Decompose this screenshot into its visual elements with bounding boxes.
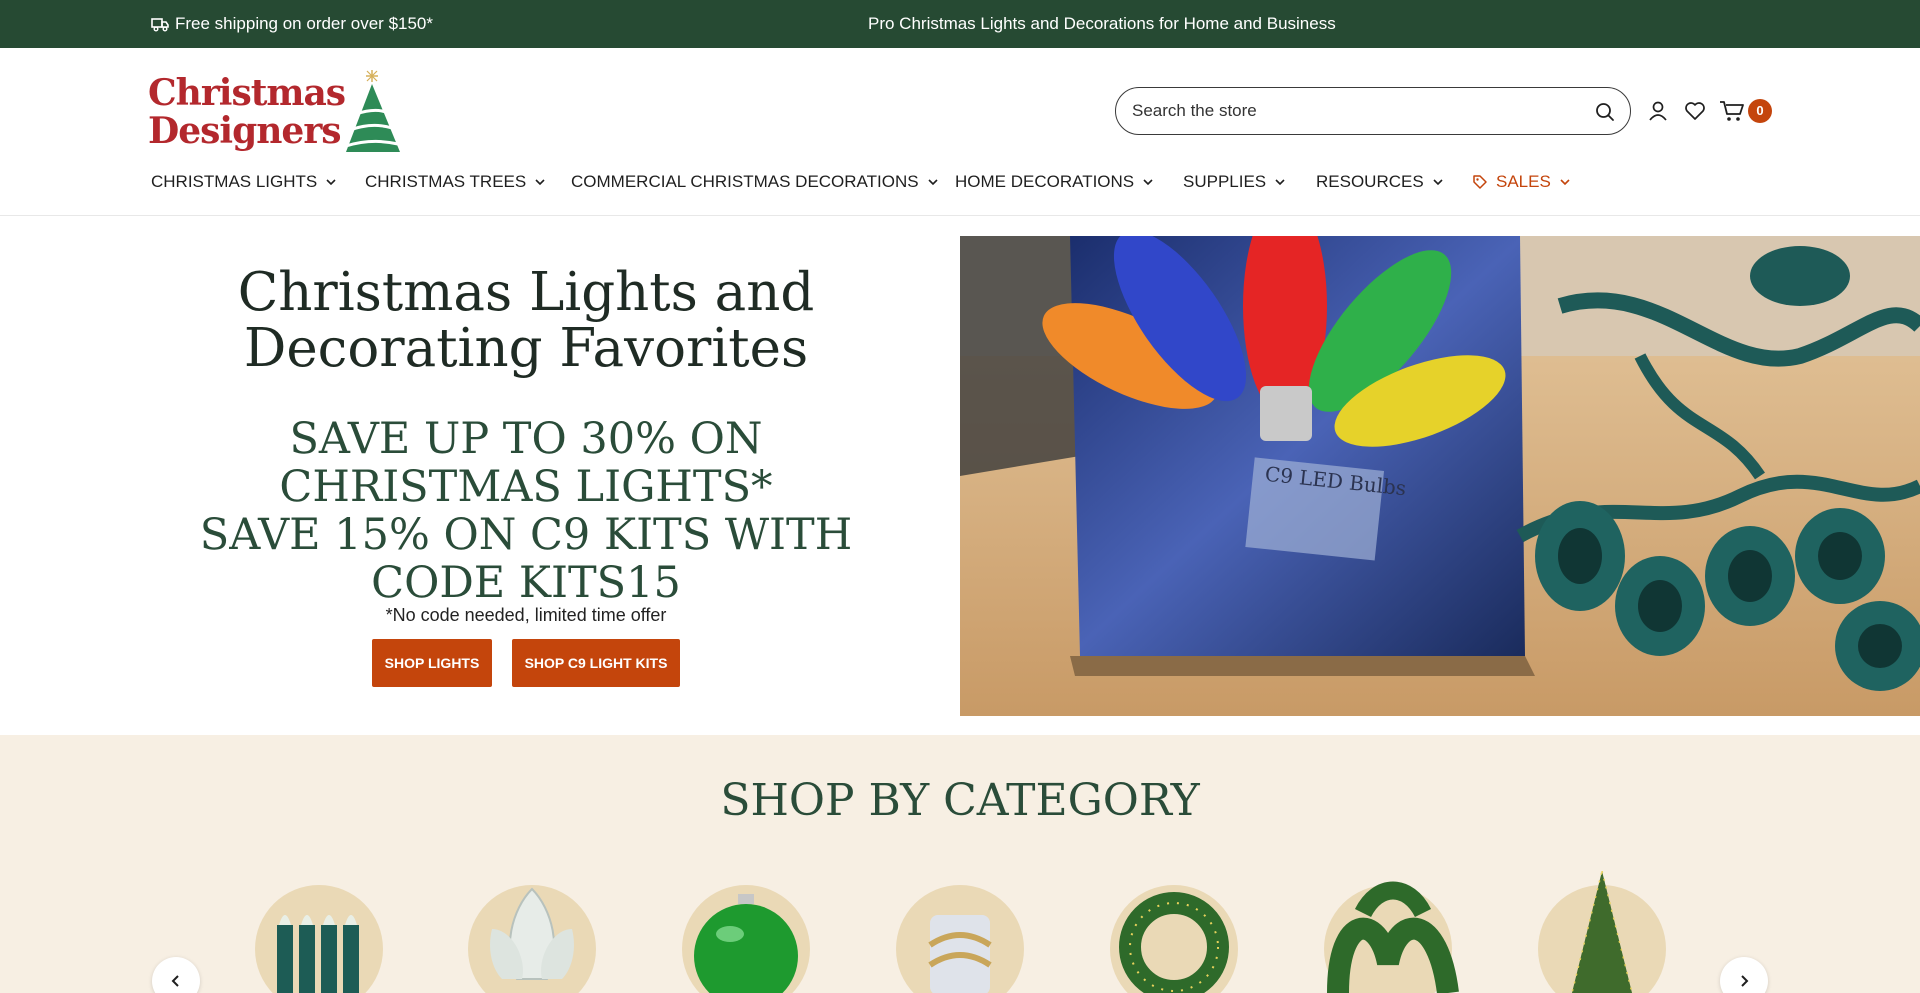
truck-icon [151, 18, 169, 32]
logo-line1: Christmas [148, 72, 346, 114]
shop-by-category-section: SHOP BY CATEGORY [0, 735, 1920, 993]
category-wreaths[interactable] [1104, 885, 1244, 993]
chevron-right-icon [1741, 975, 1749, 987]
nav-label: RESOURCES [1316, 172, 1424, 191]
ornament-image [694, 894, 798, 993]
hero-promo: SAVE UP TO 30% ON CHRISTMAS LIGHTS* SAVE… [0, 415, 1052, 607]
christmas-tree-logo-icon [345, 70, 400, 152]
search-input[interactable] [1132, 98, 1572, 124]
chevron-down-icon [928, 179, 938, 186]
nav-label: CHRISTMAS TREES [365, 172, 527, 191]
site-header: Christmas Designers 0 CHR [0, 48, 1920, 216]
announcement-bar: Free shipping on order over $150* Pro Ch… [0, 0, 1920, 48]
search-icon[interactable] [1594, 101, 1616, 123]
category-ornaments[interactable] [676, 885, 816, 993]
site-logo[interactable]: Christmas Designers [146, 68, 406, 154]
hero-offer-note: *No code needed, limited time offer [385, 605, 667, 625]
chevron-down-icon [1433, 179, 1443, 186]
category-c9-bulbs[interactable] [462, 885, 602, 993]
c9-bulb-image [490, 887, 574, 980]
hero-title: Christmas Lights and Decorating Favorite… [0, 265, 1052, 377]
light-reel-image [928, 915, 992, 993]
logo-line2: Designers [148, 110, 342, 152]
chevron-down-icon [326, 179, 336, 186]
category-garland[interactable] [1318, 881, 1459, 993]
shop-c9-kits-button[interactable]: SHOP C9 LIGHT KITS [512, 639, 680, 687]
nav-sales[interactable]: SALES [1472, 172, 1571, 192]
garland-image [1327, 881, 1459, 993]
section-title: SHOP BY CATEGORY [720, 775, 1200, 826]
nav-supplies[interactable]: SUPPLIES [1183, 172, 1286, 192]
nav-label: SALES [1496, 172, 1551, 191]
category-light-reels[interactable] [890, 885, 1030, 993]
nav-label: SUPPLIES [1183, 172, 1267, 191]
chevron-down-icon [1143, 179, 1153, 186]
chevron-down-icon [1560, 179, 1570, 186]
chevron-left-icon [171, 975, 179, 987]
hero-title-line1: Christmas Lights and [237, 262, 815, 323]
chevron-down-icon [535, 179, 545, 186]
carousel-next-button[interactable] [1720, 957, 1768, 993]
cart-icon[interactable] [1718, 98, 1746, 124]
nav-commercial-decorations[interactable]: COMMERCIAL CHRISTMAS DECORATIONS [571, 172, 939, 192]
nav-home-decorations[interactable]: HOME DECORATIONS [955, 172, 1154, 192]
category-led-lights[interactable] [249, 885, 389, 993]
free-shipping-notice: Free shipping on order over $150* [151, 14, 433, 34]
nav-label: COMMERCIAL CHRISTMAS DECORATIONS [571, 172, 919, 191]
led-bulbs-image [277, 915, 359, 993]
tree-image [1571, 871, 1633, 993]
nav-christmas-lights[interactable]: CHRISTMAS LIGHTS [151, 172, 337, 192]
free-shipping-text: Free shipping on order over $150* [175, 14, 433, 33]
promo-line3: SAVE 15% ON C9 KITS WITH [199, 510, 853, 560]
promo-line1: SAVE UP TO 30% ON [289, 414, 763, 464]
nav-label: HOME DECORATIONS [955, 172, 1135, 191]
announcement-tagline: Pro Christmas Lights and Decorations for… [868, 14, 1336, 33]
hero-product-image: C9 LED Bulbs [960, 236, 1920, 716]
price-tag-icon [1473, 175, 1487, 189]
carousel-prev-button[interactable] [152, 957, 200, 993]
account-icon[interactable] [1645, 98, 1671, 124]
search-bar [1115, 87, 1631, 135]
shop-lights-button[interactable]: SHOP LIGHTS [372, 639, 492, 687]
category-christmas-trees[interactable] [1532, 871, 1672, 993]
wreath-image [1119, 892, 1229, 993]
chevron-down-icon [1275, 179, 1285, 186]
nav-label: CHRISTMAS LIGHTS [151, 172, 318, 191]
promo-line4: CODE KITS15 [371, 558, 681, 608]
hero-text-panel: Christmas Lights and Decorating Favorite… [0, 235, 960, 715]
cart-count-badge: 0 [1748, 99, 1772, 123]
hero-title-line2: Decorating Favorites [243, 318, 809, 379]
nav-christmas-trees[interactable]: CHRISTMAS TREES [365, 172, 546, 192]
wishlist-heart-icon[interactable] [1682, 98, 1708, 124]
nav-resources[interactable]: RESOURCES [1316, 172, 1444, 192]
promo-line2: CHRISTMAS LIGHTS* [279, 462, 773, 512]
